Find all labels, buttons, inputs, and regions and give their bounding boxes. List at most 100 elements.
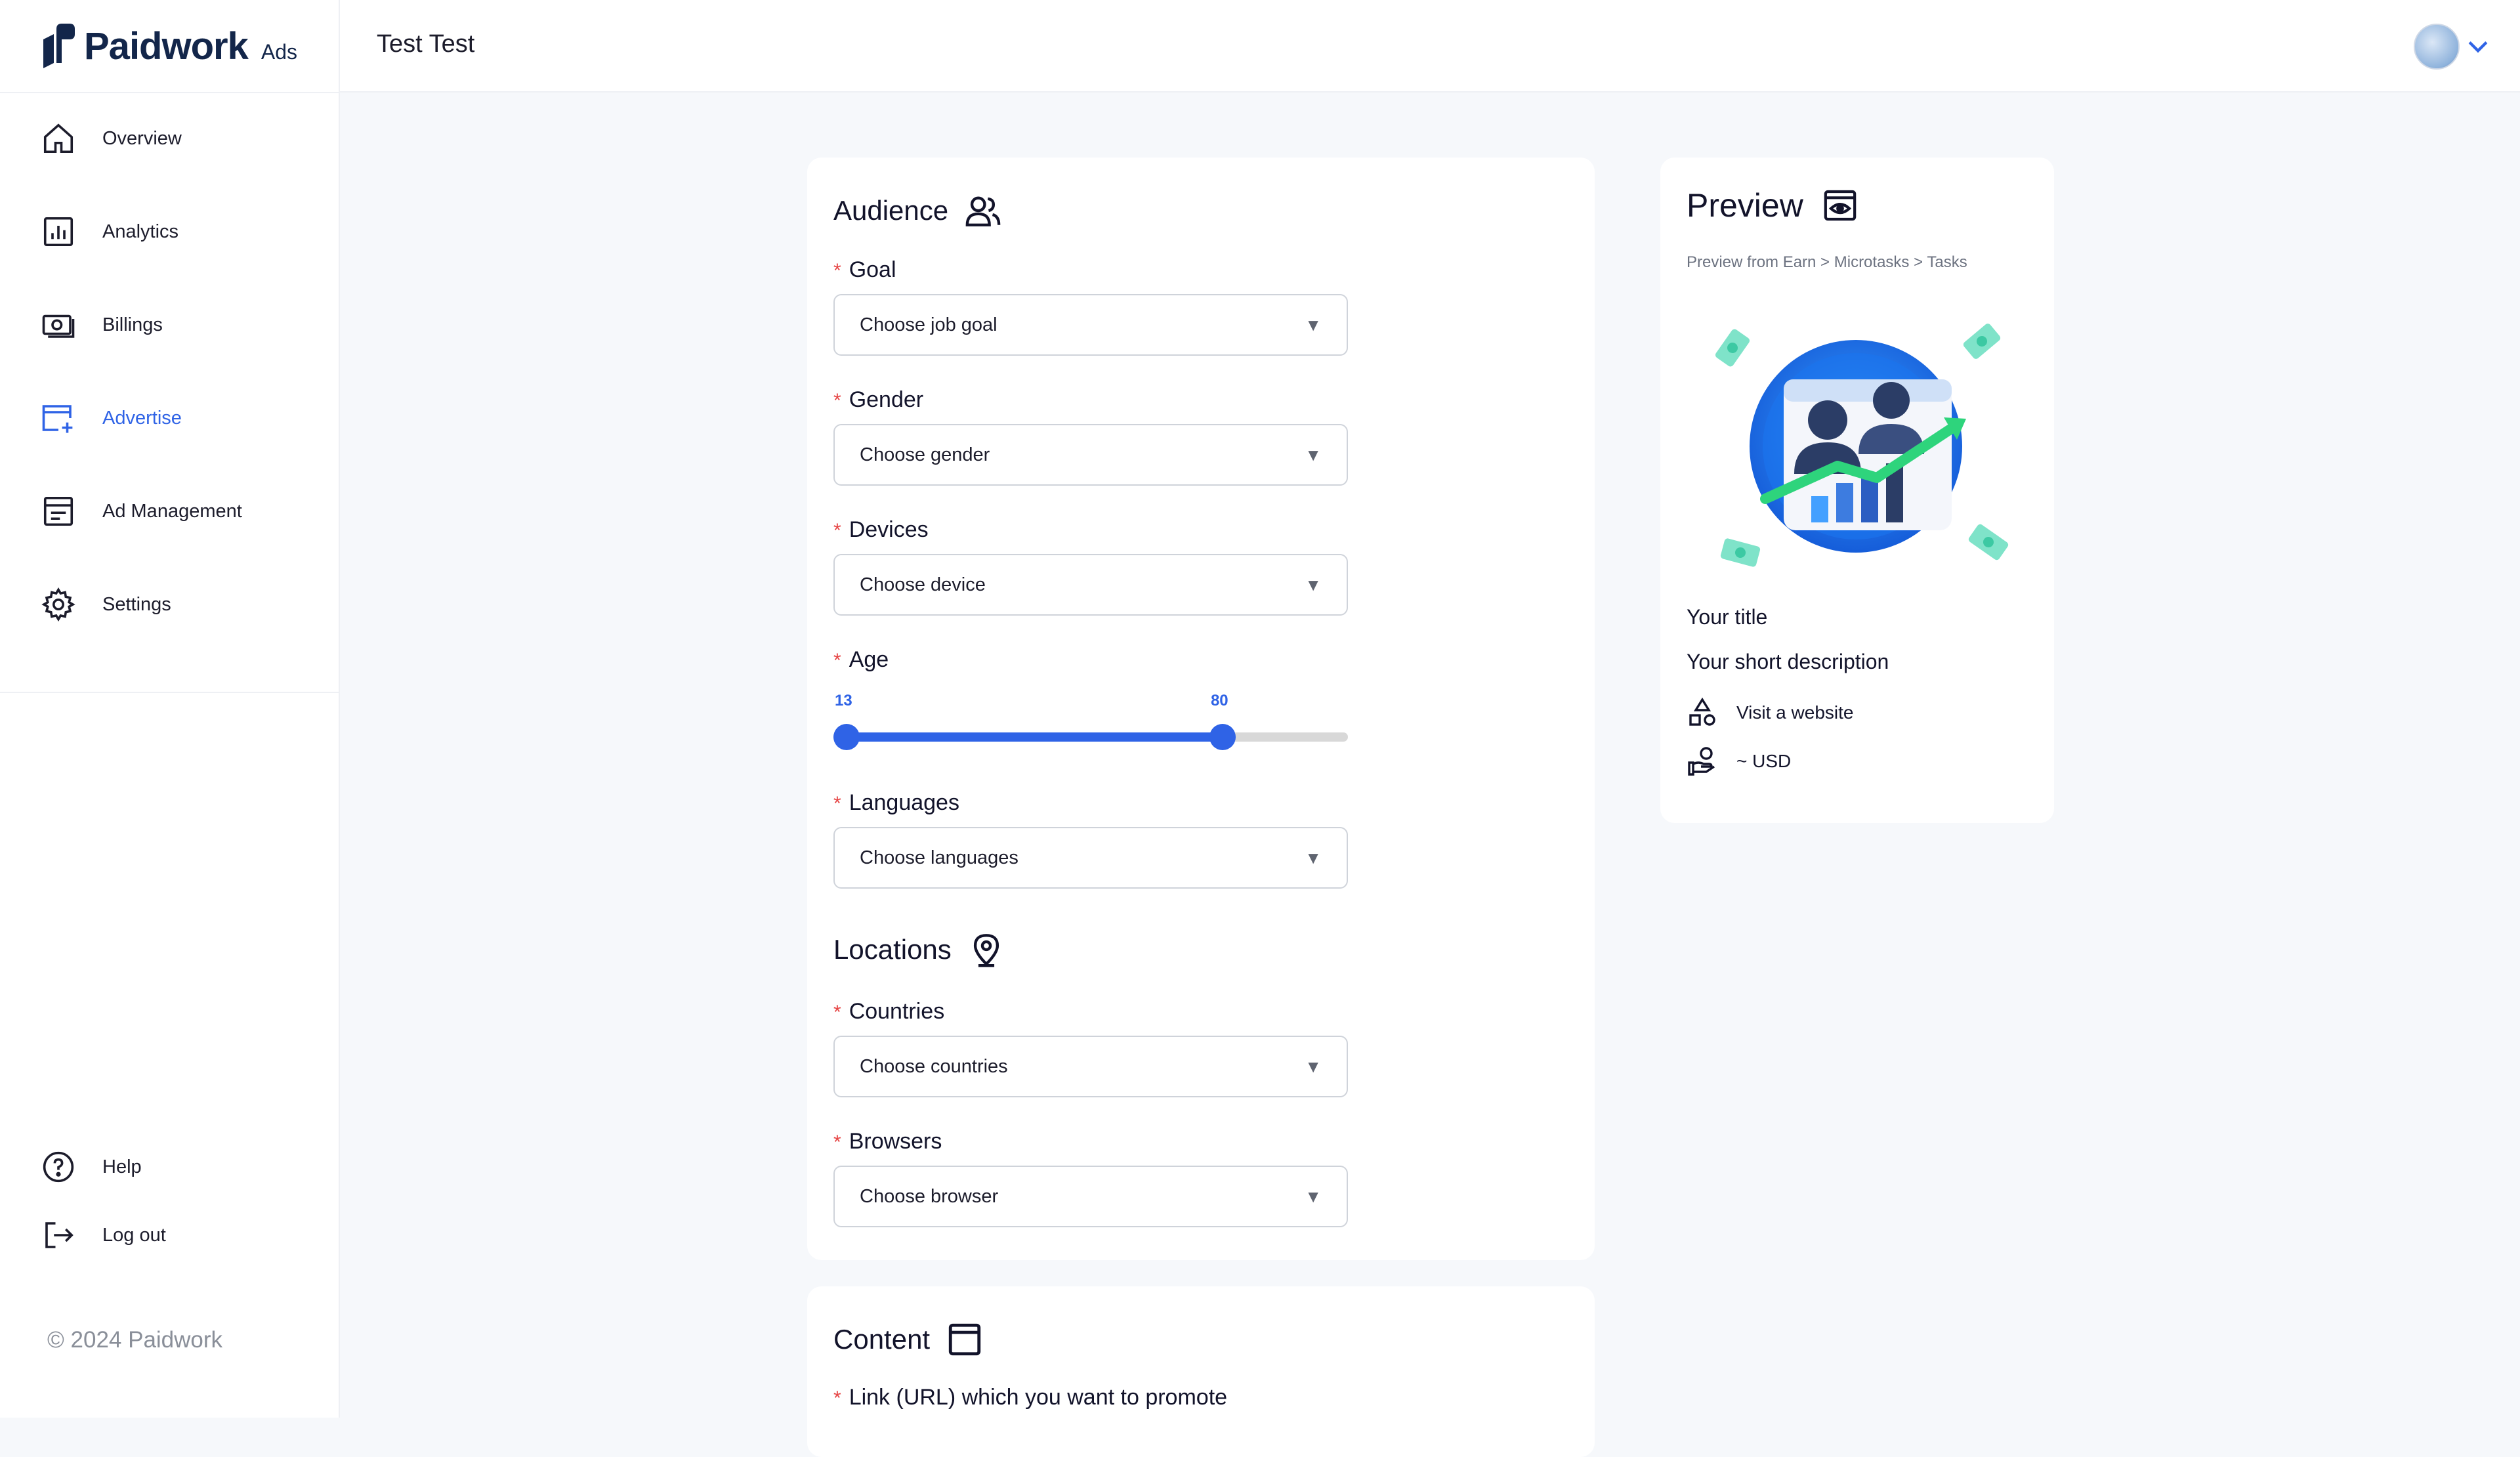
preview-your-description: Your short description	[1687, 650, 1889, 673]
dropdown-arrow-icon: ▼	[1305, 847, 1322, 868]
required-asterisk: *	[833, 260, 841, 282]
age-max-value: 80	[1210, 692, 1228, 709]
dropdown-arrow-icon: ▼	[1305, 1056, 1322, 1076]
money-bill-icon	[1715, 329, 1750, 367]
sidebar-item-label: Overview	[102, 127, 182, 149]
dropdown-arrow-icon: ▼	[1305, 444, 1322, 465]
field-label-text: Goal	[849, 257, 896, 282]
browsers-select[interactable]: Choose browser ▼	[833, 1166, 1348, 1227]
sidebar-item-logout[interactable]: Log out	[0, 1201, 340, 1269]
divider	[0, 692, 340, 693]
money-bill-icon	[1963, 324, 2001, 359]
languages-select[interactable]: Choose languages ▼	[833, 827, 1348, 889]
field-label-text: Devices	[849, 517, 929, 542]
required-asterisk: *	[833, 520, 841, 541]
age-label: * Age	[833, 647, 889, 673]
advertise-illustration	[1715, 324, 2009, 567]
avatar[interactable]	[2414, 24, 2460, 70]
sidebar-item-billings[interactable]: Billings	[0, 278, 340, 371]
select-placeholder: Choose browser	[860, 1185, 999, 1207]
field-label-text: Link (URL) which you want to promote	[849, 1385, 1228, 1410]
copyright: © 2024 Paidwork	[47, 1327, 223, 1353]
sidebar-nav: Overview Analytics Billings Advertise Ad…	[0, 92, 340, 651]
money-bill-icon	[1968, 524, 2009, 560]
preview-title-text: Preview	[1687, 187, 1803, 224]
devices-select[interactable]: Choose device ▼	[833, 554, 1348, 616]
sidebar-item-label: Help	[102, 1156, 142, 1177]
age-slider-max-handle[interactable]	[1209, 724, 1236, 750]
gear-icon	[41, 587, 75, 622]
sidebar-item-overview[interactable]: Overview	[0, 92, 340, 185]
chevron-down-icon[interactable]	[2464, 32, 2492, 60]
link-label: * Link (URL) which you want to promote	[833, 1385, 1227, 1410]
paidwork-logo-icon	[43, 24, 75, 68]
dropdown-arrow-icon: ▼	[1305, 314, 1322, 335]
countries-select[interactable]: Choose countries ▼	[833, 1036, 1348, 1097]
location-pin-icon	[973, 934, 999, 967]
age-slider-min-handle[interactable]	[833, 724, 860, 750]
age-slider[interactable]	[833, 724, 1348, 750]
gender-label: * Gender	[833, 387, 923, 413]
sidebar-item-label: Billings	[102, 314, 163, 335]
dropdown-arrow-icon: ▼	[1305, 574, 1322, 595]
content-card: Content * Link (URL) which you want to pr…	[807, 1286, 1595, 1457]
preview-eye-icon	[1824, 190, 1857, 221]
sidebar-item-label: Ad Management	[102, 500, 242, 522]
preview-action-text: Visit a website	[1736, 702, 1854, 723]
preview-action-row: Visit a website	[1687, 697, 1853, 728]
sidebar-item-settings[interactable]: Settings	[0, 558, 340, 651]
goal-label: * Goal	[833, 257, 896, 283]
preview-reward-row: ~ USD	[1687, 746, 1791, 777]
devices-label: * Devices	[833, 517, 929, 543]
paidwork-logo[interactable]: Paidwork Ads	[38, 20, 297, 72]
sidebar-item-advertise[interactable]: Advertise	[0, 371, 340, 465]
content-section-title: Content	[833, 1320, 984, 1359]
age-min-value: 13	[835, 692, 852, 709]
home-icon	[43, 123, 74, 154]
logout-icon	[45, 1222, 74, 1248]
preview-your-title: Your title	[1687, 605, 1768, 629]
required-asterisk: *	[833, 793, 841, 814]
preview-reward-text: ~ USD	[1736, 751, 1792, 771]
gender-select[interactable]: Choose gender ▼	[833, 424, 1348, 486]
page-title: Test Test	[377, 30, 475, 58]
sidebar-item-label: Settings	[102, 593, 171, 615]
brand-suffix: Ads	[261, 39, 297, 64]
money-bill-icon	[1720, 538, 1761, 567]
section-title-text: Content	[833, 1324, 931, 1355]
field-label-text: Gender	[849, 387, 924, 412]
preview-breadcrumb: Preview from Earn > Microtasks > Tasks	[1687, 253, 1967, 271]
shapes-icon	[1689, 697, 1715, 726]
sidebar-item-label: Advertise	[102, 407, 182, 429]
select-placeholder: Choose countries	[860, 1055, 1008, 1077]
required-asterisk: *	[833, 1131, 841, 1153]
money-hand-icon	[1688, 747, 1715, 776]
section-title-text: Locations	[833, 934, 952, 965]
audience-section-title: Audience	[833, 192, 1002, 230]
sidebar-item-label: Analytics	[102, 221, 179, 242]
sidebar-item-analytics[interactable]: Analytics	[0, 185, 340, 278]
preview-title: Preview	[1687, 186, 1858, 224]
help-icon	[43, 1151, 74, 1183]
goal-select[interactable]: Choose job goal ▼	[833, 294, 1348, 356]
brand-name: Paidwork	[84, 24, 249, 68]
billing-icon	[42, 314, 75, 338]
browsers-label: * Browsers	[833, 1129, 942, 1154]
field-label-text: Age	[849, 647, 889, 672]
select-placeholder: Choose languages	[860, 847, 1018, 868]
select-placeholder: Choose job goal	[860, 314, 998, 335]
dropdown-arrow-icon: ▼	[1305, 1186, 1322, 1206]
audience-card: Audience * Goal Choose job goal ▼ * Gender…	[807, 158, 1595, 1260]
field-label-text: Countries	[849, 999, 945, 1024]
top-header: Test Test	[340, 0, 2520, 93]
sidebar-item-ad-management[interactable]: Ad Management	[0, 465, 340, 558]
sidebar-bottom-nav: Help Log out	[0, 1133, 340, 1269]
sidebar-item-help[interactable]: Help	[0, 1133, 340, 1201]
languages-label: * Languages	[833, 790, 959, 816]
section-title-text: Audience	[833, 195, 949, 226]
window-icon	[948, 1323, 981, 1356]
field-label-text: Languages	[849, 790, 959, 815]
sidebar-item-label: Log out	[102, 1224, 166, 1246]
select-placeholder: Choose device	[860, 574, 986, 595]
required-asterisk: *	[833, 1002, 841, 1023]
